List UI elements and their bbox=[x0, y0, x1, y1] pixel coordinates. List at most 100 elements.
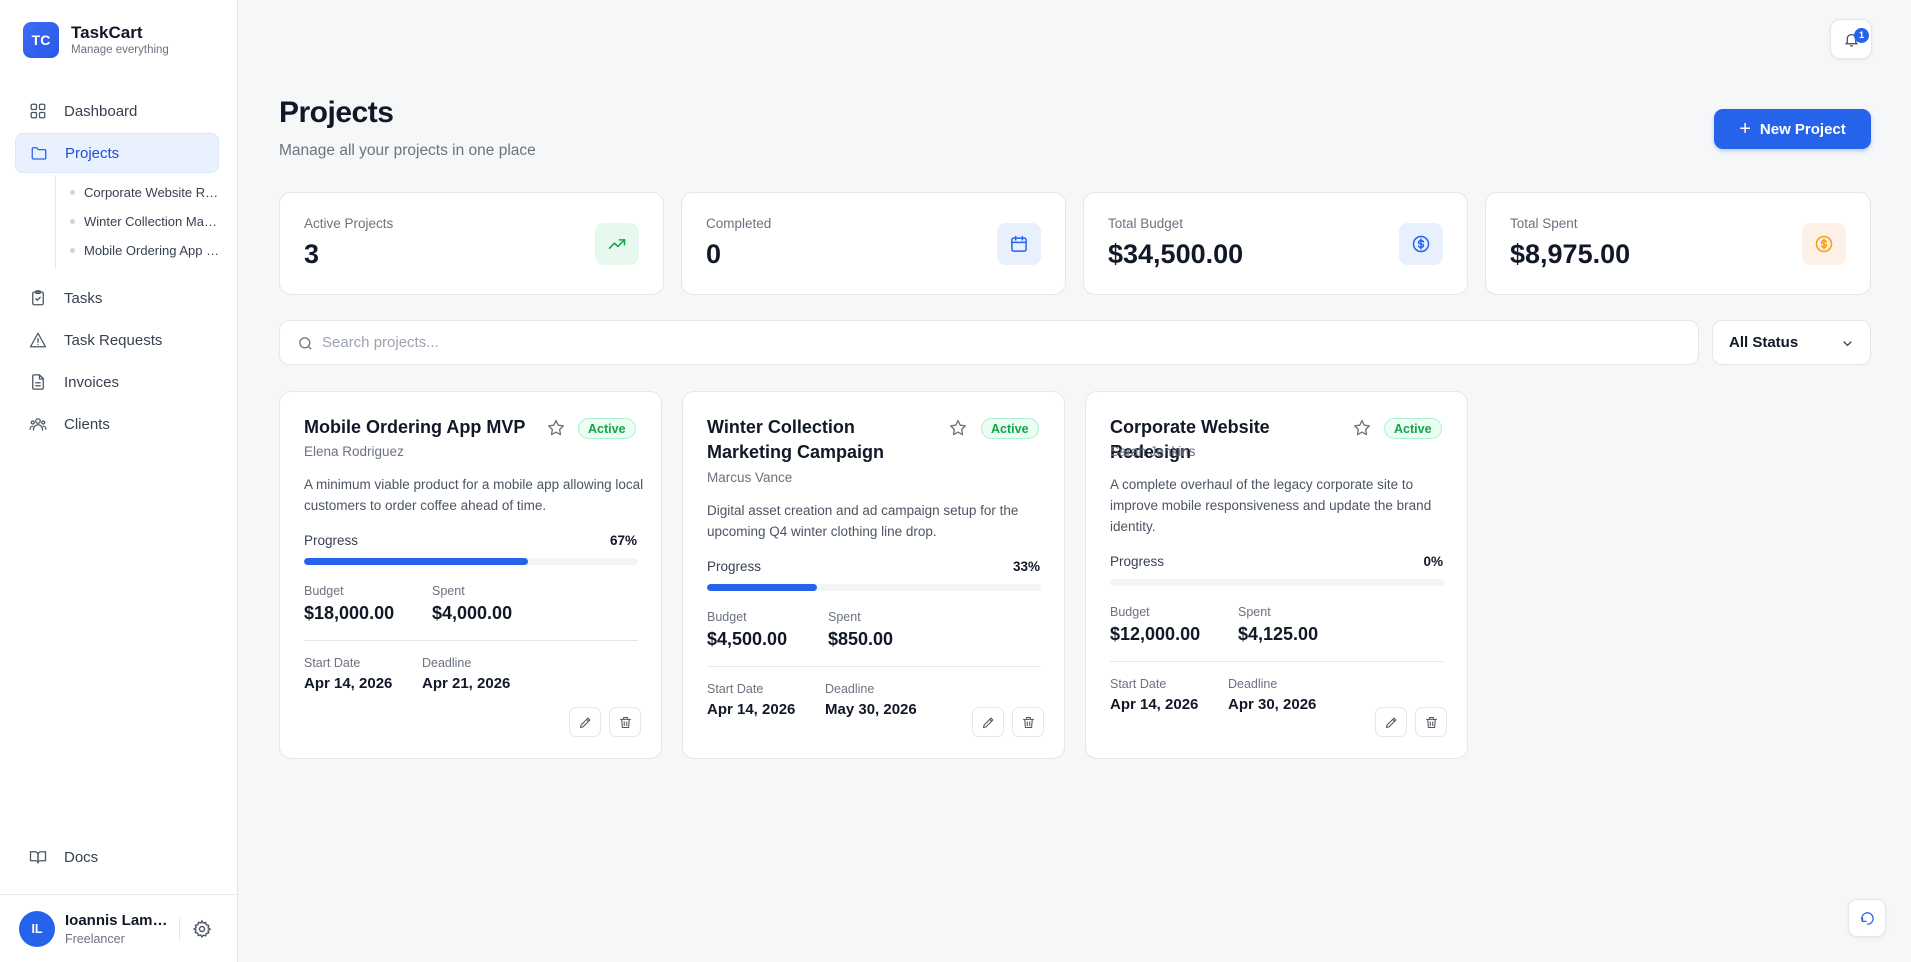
edit-button[interactable] bbox=[1375, 707, 1407, 737]
dollar-circle-icon bbox=[1802, 223, 1846, 265]
stat-label: Active Projects bbox=[304, 216, 394, 231]
deadline-value: Apr 21, 2026 bbox=[422, 675, 511, 692]
pencil-icon bbox=[1385, 717, 1397, 729]
new-project-label: New Project bbox=[1759, 120, 1846, 138]
users-icon bbox=[29, 418, 47, 431]
progress-percent: 0% bbox=[1423, 554, 1443, 569]
project-card[interactable]: Winter Collection Marketing Campaign Act… bbox=[682, 391, 1065, 759]
stat-value: 3 bbox=[304, 239, 320, 269]
brand-logo: TC bbox=[23, 22, 59, 58]
deadline-value: May 30, 2026 bbox=[825, 701, 917, 718]
project-description: A complete overhaul of the legacy corpor… bbox=[1110, 477, 1432, 534]
delete-button[interactable] bbox=[1415, 707, 1447, 737]
star-icon bbox=[1354, 419, 1370, 436]
sidebar-item-invoices[interactable]: Invoices bbox=[15, 362, 219, 402]
favorite-button[interactable] bbox=[1352, 418, 1372, 438]
trending-up-icon bbox=[595, 223, 639, 265]
sidebar-item-docs[interactable]: Docs bbox=[15, 837, 219, 877]
spent-label: Spent bbox=[1238, 605, 1271, 619]
stat-value: $34,500.00 bbox=[1108, 239, 1244, 269]
subnav-project-item[interactable]: Mobile Ordering App MVP bbox=[70, 236, 220, 265]
sidebar-item-dashboard[interactable]: Dashboard bbox=[15, 91, 219, 131]
page-title: Projects bbox=[279, 96, 394, 129]
status-filter-select[interactable]: All Status bbox=[1712, 320, 1871, 365]
delete-button[interactable] bbox=[1012, 707, 1044, 737]
project-title: Winter Collection Marketing Campaign bbox=[707, 417, 885, 462]
app-name: TaskCart bbox=[71, 23, 143, 42]
alert-triangle-icon bbox=[29, 332, 47, 348]
subnav-project-item[interactable]: Corporate Website Redesign bbox=[70, 178, 220, 207]
new-project-button[interactable]: + New Project bbox=[1714, 109, 1871, 149]
notification-count-badge: 1 bbox=[1854, 28, 1869, 43]
progress-bar bbox=[1110, 579, 1444, 586]
sidebar-item-label: Dashboard bbox=[64, 102, 138, 120]
star-icon bbox=[950, 419, 966, 436]
user-name: Ioannis Lampropoulos bbox=[65, 912, 170, 929]
progress-percent: 67% bbox=[609, 533, 637, 548]
settings-button[interactable] bbox=[192, 919, 212, 939]
edit-button[interactable] bbox=[972, 707, 1004, 737]
page-subtitle: Manage all your projects in one place bbox=[279, 142, 536, 159]
sidebar-item-tasks[interactable]: Tasks bbox=[15, 278, 219, 318]
project-card[interactable]: Corporate Website Redesign Active Sarah … bbox=[1085, 391, 1468, 759]
status-badge: Active bbox=[981, 418, 1039, 439]
refresh-icon bbox=[1861, 912, 1874, 925]
project-owner: Sarah Jenkins bbox=[1110, 444, 1196, 459]
trash-icon bbox=[1425, 716, 1438, 729]
star-icon bbox=[548, 419, 564, 436]
search-input[interactable] bbox=[322, 321, 1682, 364]
budget-value: $18,000.00 bbox=[304, 603, 395, 623]
divider bbox=[179, 917, 180, 941]
plus-icon: + bbox=[1739, 118, 1751, 140]
search-icon bbox=[299, 337, 312, 350]
progress-label: Progress bbox=[304, 533, 359, 548]
brand[interactable]: TC TaskCart Manage everything bbox=[23, 22, 169, 58]
main-nav: Dashboard Projects Corporate Website Red… bbox=[15, 91, 220, 446]
stat-card-active-projects: Active Projects 3 bbox=[279, 192, 664, 295]
divider bbox=[1110, 661, 1444, 662]
start-date-label: Start Date bbox=[1110, 677, 1167, 691]
clipboard-check-icon bbox=[32, 290, 44, 306]
favorite-button[interactable] bbox=[948, 418, 968, 438]
sidebar-item-clients[interactable]: Clients bbox=[15, 404, 219, 444]
progress-fill bbox=[707, 584, 818, 591]
file-text-icon bbox=[32, 374, 44, 390]
trash-icon bbox=[1022, 716, 1035, 729]
spent-label: Spent bbox=[432, 584, 465, 598]
pencil-icon bbox=[579, 717, 591, 729]
dollar-circle-icon bbox=[1399, 223, 1443, 265]
avatar[interactable]: IL bbox=[19, 911, 55, 947]
progress-bar bbox=[707, 584, 1041, 591]
start-date-label: Start Date bbox=[304, 656, 361, 670]
sidebar-item-label: Projects bbox=[65, 144, 120, 162]
help-button[interactable] bbox=[1848, 899, 1886, 937]
notifications-button[interactable]: 1 bbox=[1830, 19, 1872, 59]
start-date-label: Start Date bbox=[707, 682, 764, 696]
stat-label: Completed bbox=[706, 216, 772, 231]
subnav-project-item[interactable]: Winter Collection Marketing Campaign bbox=[70, 207, 220, 236]
bullet-dot bbox=[70, 219, 75, 224]
divider bbox=[707, 666, 1041, 667]
sidebar-item-label: Docs bbox=[64, 848, 99, 866]
bullet-dot bbox=[70, 248, 75, 253]
delete-button[interactable] bbox=[609, 707, 641, 737]
start-date-value: Apr 14, 2026 bbox=[1110, 696, 1199, 713]
favorite-button[interactable] bbox=[546, 418, 566, 438]
start-date-value: Apr 14, 2026 bbox=[304, 675, 393, 692]
progress-fill bbox=[304, 558, 528, 565]
pencil-icon bbox=[982, 717, 994, 729]
spent-value: $4,000.00 bbox=[432, 603, 513, 623]
progress-percent: 33% bbox=[1012, 559, 1040, 574]
user-panel: IL Ioannis Lampropoulos Freelancer bbox=[0, 894, 238, 962]
sidebar-item-label: Task Requests bbox=[64, 331, 163, 349]
sidebar-item-label: Invoices bbox=[64, 373, 120, 391]
project-description: A minimum viable product for a mobile ap… bbox=[304, 477, 644, 513]
search-bar bbox=[279, 320, 1699, 365]
stat-label: Total Spent bbox=[1510, 216, 1578, 231]
stat-value: 0 bbox=[706, 239, 722, 269]
status-badge: Active bbox=[1384, 418, 1442, 439]
sidebar-item-projects[interactable]: Projects bbox=[15, 133, 219, 173]
sidebar-item-task-requests[interactable]: Task Requests bbox=[15, 320, 219, 360]
edit-button[interactable] bbox=[569, 707, 601, 737]
project-card[interactable]: Mobile Ordering App MVP Active Elena Rod… bbox=[279, 391, 662, 759]
